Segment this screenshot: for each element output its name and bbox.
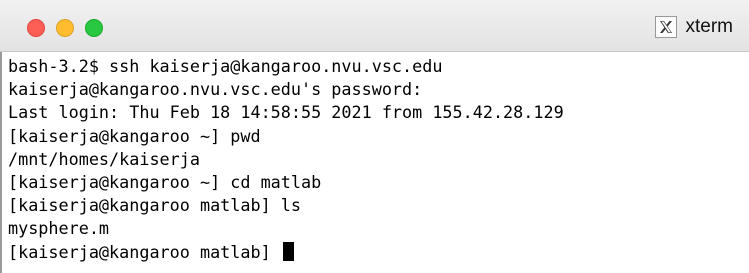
text-cursor [282, 241, 294, 261]
terminal-line: mysphere.m [8, 218, 110, 239]
close-button[interactable] [27, 19, 45, 37]
terminal-line: /mnt/homes/kaiserja [8, 148, 200, 169]
window-title: xterm [685, 16, 734, 37]
title-bar[interactable]: xterm [0, 0, 749, 52]
x11-icon [654, 16, 677, 38]
terminal-line: kaiserja@kangaroo.nvu.vsc.edu's password… [8, 79, 423, 100]
terminal-output[interactable]: bash-3.2$ ssh kaiserja@kangaroo.nvu.vsc.… [0, 52, 749, 273]
terminal-line: Last login: Thu Feb 18 14:58:55 2021 fro… [8, 102, 564, 123]
terminal-line: [kaiserja@kangaroo matlab] ls [8, 195, 301, 216]
minimize-button[interactable] [56, 19, 74, 37]
window-title-group: xterm [654, 15, 734, 39]
zoom-button[interactable] [85, 19, 103, 37]
terminal-line: [kaiserja@kangaroo ~] cd matlab [8, 171, 322, 192]
terminal-line: bash-3.2$ ssh kaiserja@kangaroo.nvu.vsc.… [8, 56, 443, 76]
xterm-window: xterm bash-3.2$ ssh kaiserja@kangaroo.nv… [0, 0, 749, 273]
shell-prompt: [kaiserja@kangaroo matlab] [8, 241, 281, 262]
prompt-line[interactable]: [kaiserja@kangaroo matlab] [8, 241, 749, 264]
terminal-line: [kaiserja@kangaroo ~] pwd [8, 125, 261, 146]
